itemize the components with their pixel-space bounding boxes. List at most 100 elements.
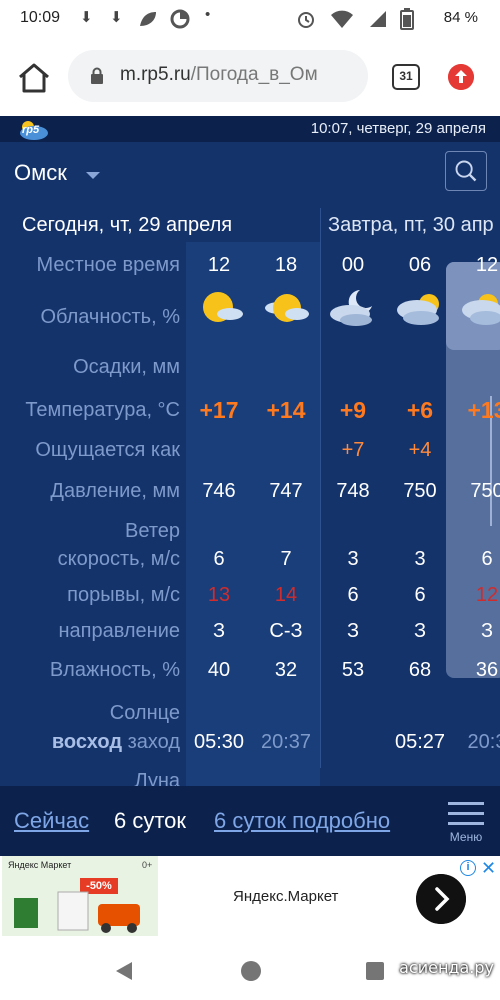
menu-icon [448,802,484,805]
recents-icon[interactable] [364,960,386,982]
hour-cell: 12 [475,254,499,276]
app-header: rp5 10:07, четверг, 29 апреля [0,116,500,142]
browser-toolbar: m.rp5.ru/Погода_в_Ом 31 [0,38,500,116]
wind-gust-cell: 6 [414,584,426,606]
wind-direction-cell: З [346,620,360,642]
ad-age-rating: 0+ [142,860,153,870]
wind-speed-cell: 3 [347,548,359,570]
humidity-cell: 40 [207,659,231,681]
wind-direction-cell: З [413,620,427,642]
temperature-cell: +17 [199,397,239,423]
cloud-sun-icon [397,294,439,325]
update-icon[interactable] [448,64,474,90]
close-icon[interactable]: ✕ [481,858,496,879]
label-sunrise-sunset: восход заход [52,731,180,754]
label-sun: Солнце [109,702,180,724]
menu-icon [448,812,484,815]
download-icon: ⬇ [110,9,123,26]
data-saver-icon [170,9,190,29]
wind-direction-cell: С-З [269,620,303,642]
menu-icon [448,822,484,825]
url-path: /Погода_в_Ом [190,64,318,85]
temperature-cell: +14 [266,397,306,423]
nav-now-link[interactable]: Сейчас [14,808,89,834]
label-temperature: Температура, °C [25,399,180,421]
humidity-cell: 68 [408,659,432,681]
pressure-cell: 746 [202,480,236,502]
hour-cell: 00 [341,254,365,276]
humidity-cell: 36 [475,659,499,681]
label-sunrise: восход [51,731,123,753]
watermark: асиенда.ру [399,958,494,977]
hour-cell: 18 [274,254,298,276]
bottom-navigation: Сейчас 6 суток 6 суток подробно Меню [0,786,500,856]
wind-gust-cell: 13 [207,584,231,606]
chevron-down-icon[interactable] [86,172,100,179]
ad-title[interactable]: Яндекс.Маркет [233,888,338,905]
wind-gust-cell: 12 [475,584,499,606]
wifi-icon [331,10,353,28]
current-datetime: 10:07, четверг, 29 апреля [310,120,486,137]
alarm-icon [298,12,314,28]
menu-label: Меню [449,830,483,844]
wind-direction-cell: З [212,620,226,642]
sunset-cell: 20:37 [260,731,312,753]
menu-button[interactable]: Меню [444,800,488,844]
ad-brand: Яндекс Маркет [8,860,72,870]
temperature-cell: +6 [406,397,434,423]
sunrise-cell: 05:30 [193,731,245,753]
wind-speed-cell: 6 [481,548,493,570]
tab-switcher-button[interactable]: 31 [392,64,420,90]
today-title: Сегодня, чт, 29 апреля [22,214,233,236]
battery-icon [400,8,414,30]
label-wind-speed: скорость, м/с [57,548,180,570]
signal-icon [370,11,386,27]
address-bar[interactable]: m.rp5.ru/Погода_в_Ом [68,50,368,102]
label-local-time: Местное время [36,254,180,276]
sunset-cell: 20:3 [467,731,500,753]
wind-gust-cell: 14 [274,584,298,606]
ad-image[interactable]: Яндекс Маркет 0+ -50% [2,856,158,936]
search-icon[interactable] [445,151,487,191]
wind-direction-cell: З [480,620,494,642]
humidity-cell: 32 [274,659,298,681]
lock-icon [91,67,103,84]
pressure-cell: 750 [403,480,437,502]
hour-cell: 06 [408,254,432,276]
products-icon [14,891,140,933]
label-precip: Осадки, мм [73,356,180,378]
label-wind-direction: направление [58,620,180,642]
tomorrow-title: Завтра, пт, 30 апр [328,214,494,236]
nav-six-days-detail-link[interactable]: 6 суток подробно [214,808,390,834]
temperature-cell: +13 [467,397,500,423]
ad-banner[interactable]: Яндекс Маркет 0+ -50% Яндекс.Маркет i ✕ [0,856,500,942]
wind-speed-cell: 6 [213,548,225,570]
back-icon[interactable] [114,960,134,982]
home-icon[interactable] [16,60,52,96]
label-cloudiness: Облачность, % [40,306,180,328]
temperature-cell: +9 [339,397,367,423]
nav-six-days-link[interactable]: 6 суток [114,808,186,834]
pressure-cell: 748 [336,480,370,502]
label-wind: Ветер [125,520,180,542]
label-pressure: Давление, мм [50,480,180,502]
wind-speed-cell: 3 [414,548,426,570]
wind-speed-cell: 7 [280,548,292,570]
humidity-cell: 53 [341,659,365,681]
status-time: 10:09 [20,9,61,26]
pressure-cell: 747 [269,480,303,502]
battery-percent: 84 % [443,9,478,26]
city-selector[interactable]: Омск [14,160,67,186]
leaf-icon [140,12,156,26]
label-humidity: Влажность, % [49,659,180,681]
weather-app: rp5 10:07, четверг, 29 апреля Омск Сегод… [0,116,500,856]
chevron-right-icon[interactable] [416,874,466,924]
hour-cell: 12 [207,254,231,276]
wind-gust-cell: 6 [347,584,359,606]
system-navigation: асиенда.ру [0,942,500,1000]
sunrise-cell: 05:27 [394,731,446,753]
home-circle-icon[interactable] [240,960,262,982]
download-icon: ⬇ [80,9,93,26]
url-text: m.rp5.ru/Погода_в_Ом [120,64,318,86]
info-icon[interactable]: i [460,860,476,876]
